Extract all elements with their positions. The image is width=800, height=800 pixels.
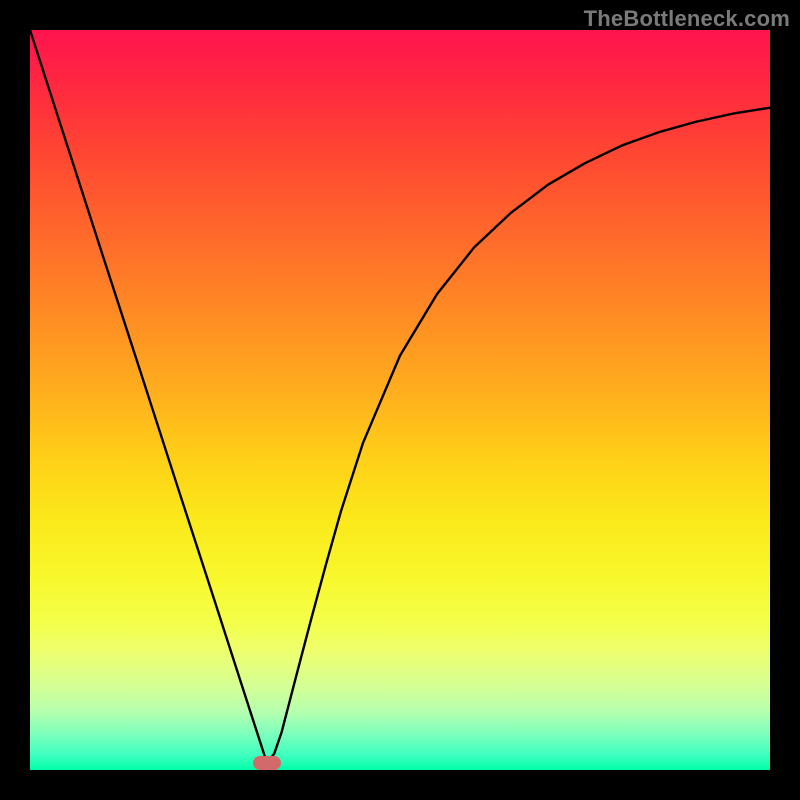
chart-frame: TheBottleneck.com: [0, 0, 800, 800]
plot-area: [30, 30, 770, 770]
watermark-text: TheBottleneck.com: [584, 6, 790, 32]
